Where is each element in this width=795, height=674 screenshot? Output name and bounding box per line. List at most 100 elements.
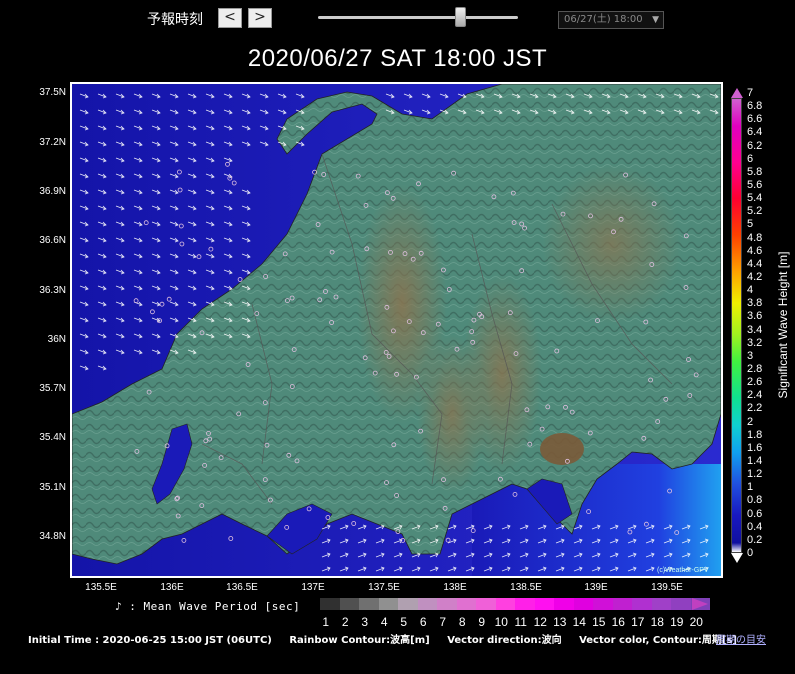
colorbar-tick: 1.6 — [747, 441, 763, 454]
wave-height-colorbar — [731, 98, 742, 553]
colorbar-tick: 2.2 — [747, 402, 763, 415]
lon-label-135-5: 135.5E — [85, 582, 117, 593]
period-tick: 10 — [494, 615, 508, 629]
colorbar-tick: 0.6 — [747, 507, 763, 520]
lat-label-37-2: 37.2N — [39, 137, 66, 148]
southern-alps — [462, 274, 542, 474]
colorbar-tick: 3.4 — [747, 323, 763, 336]
map-watermark: (c)Weather-GPV — [657, 567, 709, 574]
colorbar-tick: 2.6 — [747, 376, 763, 389]
mount-fuji — [540, 433, 584, 465]
period-swatch — [515, 598, 535, 610]
period-swatch — [534, 598, 554, 610]
colorbar-tick: 0.2 — [747, 533, 763, 546]
period-swatch — [495, 598, 515, 610]
colorbar-tick: 6.8 — [747, 100, 763, 113]
time-slider-track[interactable] — [318, 16, 518, 19]
colorbar-tick: 1 — [747, 481, 754, 494]
previous-time-button[interactable]: < — [218, 8, 242, 28]
period-colorbar-arrow — [692, 598, 708, 610]
period-swatch — [456, 598, 476, 610]
lon-label-136-5: 136.5E — [226, 582, 258, 593]
colorbar-tick: 4.8 — [747, 231, 763, 244]
lat-label-36: 36N — [47, 334, 66, 345]
time-select[interactable]: 06/27(土) 18:00 ▼ — [558, 11, 664, 29]
period-legend-label: ♪ : Mean Wave Period [sec] — [115, 600, 301, 613]
period-tick: 9 — [478, 615, 486, 629]
rainbow-contour-note: Rainbow Contour:波高[m] — [289, 635, 430, 646]
period-swatch — [612, 598, 632, 610]
colorbar-tick: 3 — [747, 349, 754, 362]
colorbar-tick: 2.4 — [747, 389, 763, 402]
period-swatch — [359, 598, 379, 610]
colorbar-tick: 2 — [747, 415, 754, 428]
colorbar-tick: 6.6 — [747, 113, 763, 126]
colorbar-tick: 2.8 — [747, 363, 763, 375]
period-swatch — [339, 598, 359, 610]
colorbar-top-arrow — [731, 88, 743, 98]
period-tick: 5 — [400, 615, 408, 629]
colorbar-tick: 0.4 — [747, 520, 763, 533]
period-tick: 3 — [361, 615, 369, 629]
next-time-button[interactable]: > — [248, 8, 272, 28]
period-tick: 1 — [322, 615, 330, 629]
colorbar-tick: 5.2 — [747, 205, 763, 218]
lon-label-137-5: 137.5E — [368, 582, 400, 593]
period-swatch — [554, 598, 574, 610]
period-swatch — [573, 598, 593, 610]
period-swatch — [437, 598, 457, 610]
lat-label-35-7: 35.7N — [39, 383, 66, 394]
footer-info: Initial Time : 2020-06-25 15:00 JST (06U… — [28, 631, 751, 646]
period-swatch — [593, 598, 613, 610]
colorbar-tick: 1.4 — [747, 455, 763, 467]
period-swatch — [398, 598, 418, 610]
colorbar-tick: 4.6 — [747, 244, 763, 257]
niigata-mountains — [542, 164, 682, 324]
lat-label-36-6: 36.6N — [39, 235, 66, 246]
lat-label-34-8: 34.8N — [39, 531, 66, 542]
colorbar-tick: 4 — [747, 284, 754, 297]
period-tick: 15 — [592, 615, 606, 629]
period-tick: 6 — [419, 615, 427, 629]
period-swatch — [417, 598, 437, 610]
period-tick: 12 — [533, 615, 547, 629]
lat-label-36-3: 36.3N — [39, 285, 66, 296]
period-tick: 18 — [650, 615, 664, 629]
period-swatch — [378, 598, 398, 610]
period-tick: 8 — [458, 615, 466, 629]
lat-label-36-9: 36.9N — [39, 186, 66, 197]
time-select-value: 06/27(土) 18:00 — [564, 14, 643, 25]
colorbar-tick: 4.2 — [747, 271, 763, 283]
time-slider-thumb[interactable] — [455, 7, 466, 27]
initial-time: Initial Time : 2020-06-25 15:00 JST (06U… — [28, 635, 272, 646]
colorbar-tick: 0 — [747, 547, 754, 559]
period-swatch — [632, 598, 652, 610]
wave-map[interactable]: (c)Weather-GPV — [70, 82, 723, 578]
period-tick: 19 — [670, 615, 684, 629]
period-tick: 17 — [631, 615, 645, 629]
period-tick: 2 — [341, 615, 349, 629]
map-canvas: (c)Weather-GPV — [72, 84, 721, 576]
period-colorbar — [320, 598, 710, 610]
period-swatch — [476, 598, 496, 610]
period-tick: 20 — [689, 615, 703, 629]
lon-label-138-5: 138.5E — [510, 582, 542, 593]
lat-label-35-1: 35.1N — [39, 482, 66, 493]
colorbar-tick: 7 — [747, 87, 754, 99]
colorbar-tick: 5.8 — [747, 165, 763, 178]
lat-label-35-4: 35.4N — [39, 432, 66, 443]
period-guide-link[interactable]: 周期の目安 — [716, 631, 766, 646]
lat-label-37-5: 37.5N — [39, 87, 66, 98]
period-tick: 4 — [380, 615, 388, 629]
colorbar-tick: 5.6 — [747, 179, 763, 191]
colorbar-tick: 5.4 — [747, 192, 763, 205]
forecast-time-label: 予報時刻 — [147, 12, 203, 28]
colorbar-title: Significant Wave Height [m] — [776, 251, 790, 399]
period-swatch — [671, 598, 691, 610]
colorbar-tick: 4.4 — [747, 257, 763, 270]
lon-label-139: 139E — [584, 582, 608, 593]
period-swatch — [320, 598, 340, 610]
period-tick: 11 — [514, 615, 527, 629]
page-title: 2020/06/27 SAT 18:00 JST — [247, 45, 548, 72]
colorbar-tick: 6 — [747, 152, 754, 165]
